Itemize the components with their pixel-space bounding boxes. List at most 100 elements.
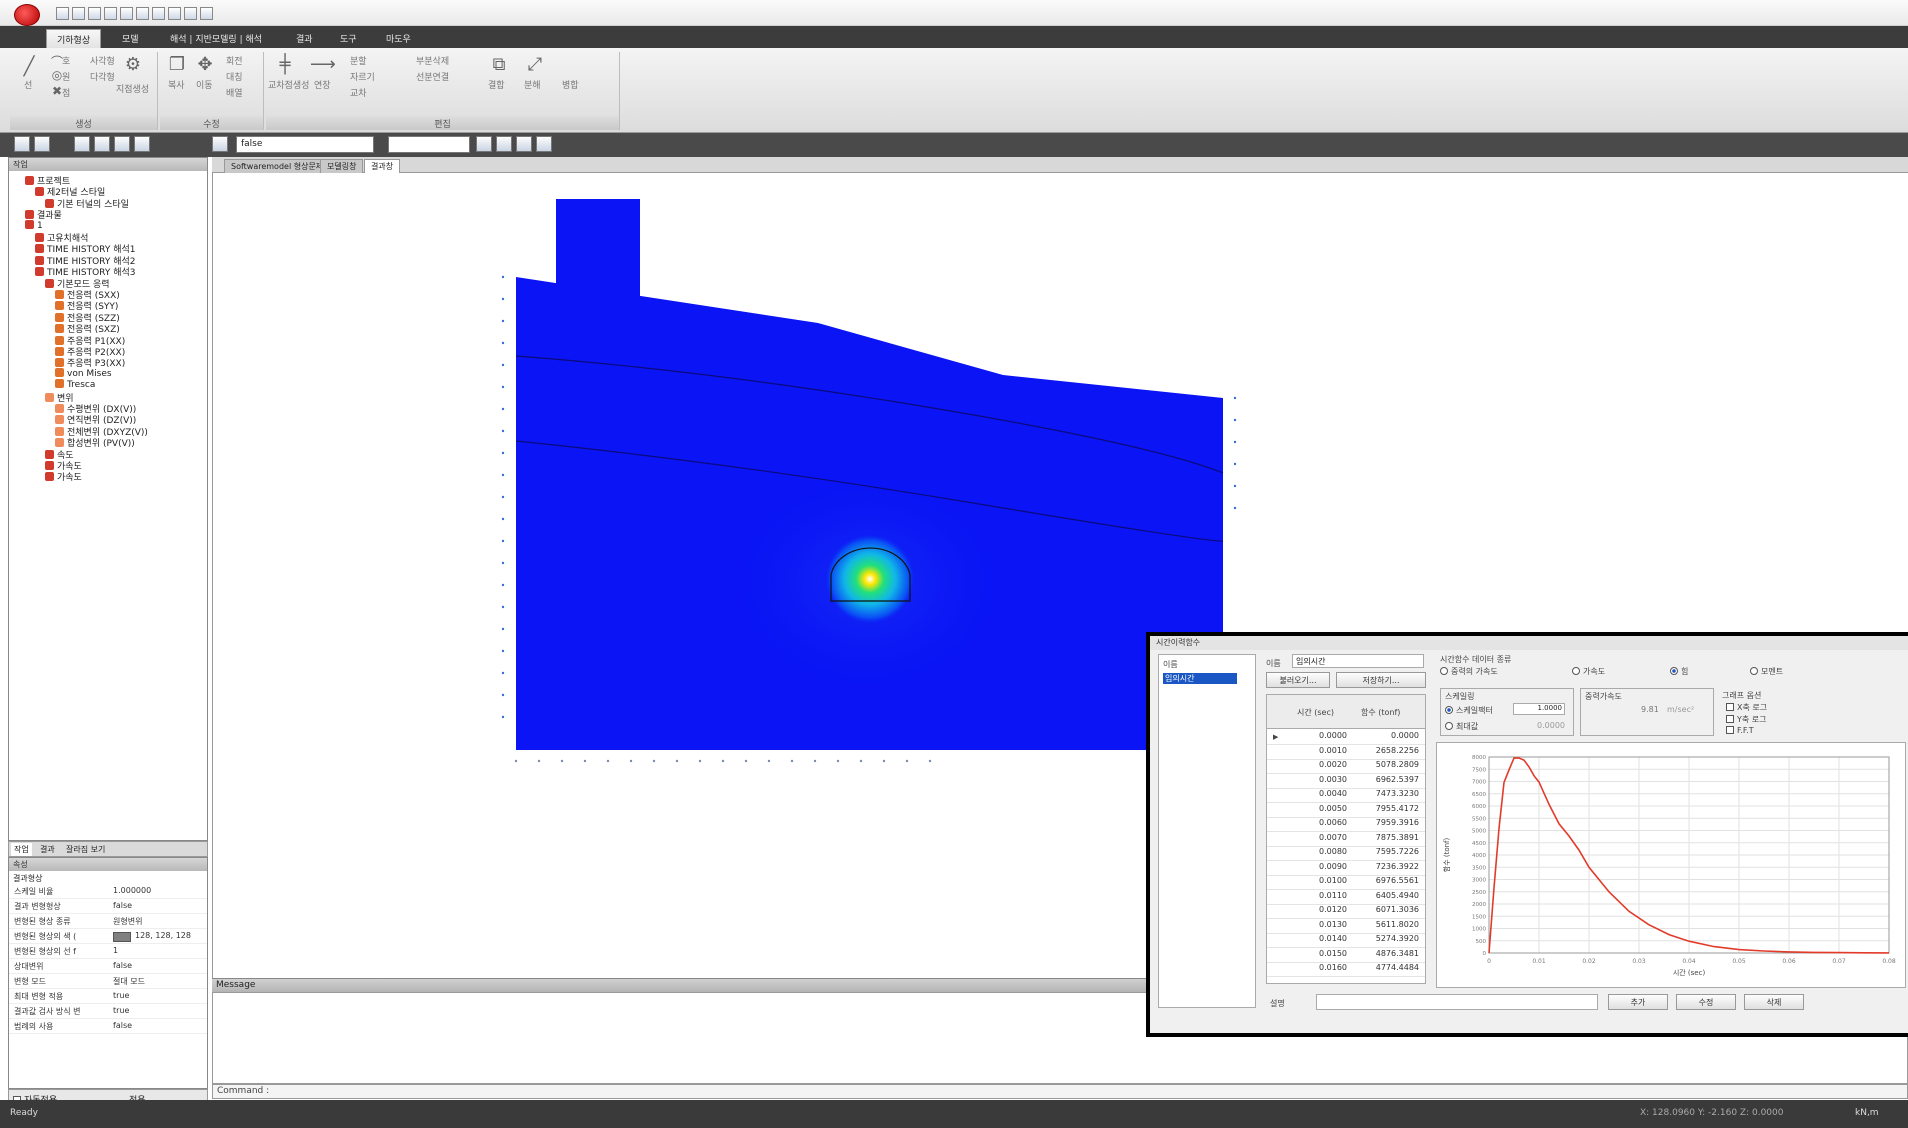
property-value[interactable]: false (113, 961, 132, 970)
property-row[interactable]: 최대 변형 적용 true (9, 991, 207, 1004)
property-value[interactable]: false (113, 901, 132, 910)
property-value[interactable]: 원형변위 (113, 916, 142, 927)
rotate-button[interactable]: 회전 (226, 54, 243, 67)
time-cell[interactable]: 0.0080 (1291, 847, 1347, 856)
function-cell[interactable]: 7875.3891 (1357, 833, 1419, 842)
select-icon[interactable] (74, 136, 90, 152)
property-value[interactable]: false (113, 1021, 132, 1030)
tree-item[interactable]: von Mises (55, 367, 112, 379)
function-cell[interactable]: 4774.4484 (1357, 963, 1419, 972)
fft-checkbox[interactable]: F.F.T (1726, 726, 1754, 735)
function-cell[interactable]: 7473.3230 (1357, 789, 1419, 798)
ribbon-tab-5[interactable]: 마도우 (376, 29, 421, 48)
save-icon[interactable] (88, 7, 101, 20)
time-cell[interactable]: 0.0050 (1291, 804, 1347, 813)
time-cell[interactable]: 0.0040 (1291, 789, 1347, 798)
join-segments-button[interactable]: 선분연결 (416, 70, 449, 83)
x-log-checkbox[interactable]: X축 로그 (1726, 702, 1767, 713)
ribbon-tab-4[interactable]: 도구 (330, 29, 367, 48)
color-swatch[interactable] (113, 932, 131, 942)
trim-button[interactable]: 자르기 (350, 70, 375, 83)
redo-icon[interactable] (184, 7, 197, 20)
time-cell[interactable]: 0.0060 (1291, 818, 1347, 827)
explode-button[interactable]: 분해 (524, 78, 541, 91)
data-type-radio-1[interactable]: 가속도 (1572, 666, 1605, 677)
time-cell[interactable]: 0.0090 (1291, 862, 1347, 871)
intersection-point-button[interactable]: 교차점생성 (268, 78, 309, 91)
extend-button[interactable]: 연장 (314, 78, 331, 91)
property-row[interactable]: 변형 모드 절대 모드 (9, 976, 207, 989)
move-button[interactable]: 이동 (196, 78, 213, 91)
unit-indicator[interactable]: kN,m (1855, 1108, 1879, 1118)
function-cell[interactable]: 0.0000 (1357, 731, 1419, 740)
open-folder-icon[interactable] (72, 7, 85, 20)
function-cell[interactable]: 5078.2809 (1357, 760, 1419, 769)
copy-button[interactable]: 복사 (168, 78, 185, 91)
data-type-radio-3[interactable]: 모멘트 (1750, 666, 1783, 677)
function-list-item[interactable]: 임의시간 (1163, 673, 1237, 684)
property-row[interactable]: 결과 변형형상 false (9, 901, 207, 914)
support-icon[interactable]: ⚙ (122, 54, 144, 76)
max-value-radio[interactable]: 최대값 (1445, 721, 1478, 732)
function-cell[interactable]: 6962.5397 (1357, 775, 1419, 784)
y-log-checkbox[interactable]: Y축 로그 (1726, 714, 1767, 725)
app-logo-icon[interactable] (14, 4, 40, 26)
data-type-radio-2[interactable]: 힘 (1670, 666, 1688, 677)
time-cell[interactable]: 0.0160 (1291, 963, 1347, 972)
function-cell[interactable]: 7236.3922 (1357, 862, 1419, 871)
merge-button[interactable]: 병합 (562, 78, 579, 91)
copy-icon[interactable]: ❐ (166, 54, 188, 76)
function-cell[interactable]: 5274.3920 (1357, 934, 1419, 943)
property-row[interactable]: 스케일 비율 1.000000 (9, 886, 207, 899)
property-row[interactable]: 변형된 형상 종류 원형변위 (9, 916, 207, 929)
split-button[interactable]: 분할 (350, 54, 367, 67)
scale-factor-input[interactable]: 1.0000 (1513, 703, 1565, 715)
function-list[interactable]: 이름 임의시간 (1158, 654, 1256, 1008)
property-value[interactable]: true (113, 1006, 129, 1015)
time-cell[interactable]: 0.0150 (1291, 949, 1347, 958)
function-cell[interactable]: 6976.5561 (1357, 876, 1419, 885)
function-cell[interactable]: 5611.8020 (1357, 920, 1419, 929)
property-row[interactable]: 변형된 형상의 색 (128, 128, 128 (9, 931, 207, 944)
time-cell[interactable]: 0.0130 (1291, 920, 1347, 929)
time-cell[interactable]: 0.0070 (1291, 833, 1347, 842)
new-file-icon[interactable] (56, 7, 69, 20)
save-button[interactable]: 저장하기... (1336, 672, 1426, 688)
fit-view-icon[interactable] (134, 136, 150, 152)
save-as-icon[interactable] (104, 7, 117, 20)
explode-icon[interactable]: ⤢ (524, 54, 546, 76)
merge-icon[interactable]: ⧉ (488, 54, 510, 76)
time-function-table[interactable]: 시간 (sec) 함수 (tonf) ▶ 0.0000 0.0000 0.0010 2… (1266, 694, 1426, 984)
mirror-button[interactable]: 대칭 (226, 70, 243, 83)
property-value[interactable]: true (113, 991, 129, 1000)
tab-result[interactable]: 결과 (37, 843, 58, 856)
command-line[interactable]: Command : (212, 1084, 1908, 1099)
intersect-button[interactable]: 교차 (350, 86, 367, 99)
ribbon-tab-2[interactable]: 해석 | 지반모델링 | 해석 (160, 29, 272, 48)
property-value[interactable]: 128, 128, 128 (135, 931, 191, 940)
gravity-input[interactable]: 9.81 (1641, 705, 1659, 714)
render-icon[interactable] (516, 136, 532, 152)
partial-delete-button[interactable]: 부분삭제 (416, 54, 449, 67)
function-cell[interactable]: 2658.2256 (1357, 746, 1419, 755)
tab-cut-view[interactable]: 잘라짐 보기 (63, 843, 108, 856)
export-icon[interactable] (136, 7, 149, 20)
array-button[interactable]: 배열 (226, 86, 243, 99)
add-button[interactable]: 추가 (1608, 994, 1668, 1010)
data-type-radio-0[interactable]: 중력의 가속도 (1440, 666, 1498, 677)
support-create-button[interactable]: 지점생성 (116, 82, 149, 95)
tab-model-problem[interactable]: Softwaremodel 형상문제 (224, 159, 331, 173)
time-cell[interactable]: 0.0110 (1291, 891, 1347, 900)
tab-work[interactable]: 작업 (11, 843, 32, 856)
ribbon-tab-0[interactable]: 기하형상 (46, 29, 102, 48)
snap-icon[interactable] (476, 136, 492, 152)
time-cell[interactable]: 0.0120 (1291, 905, 1347, 914)
tab-modeling-window[interactable]: 모델링창 (320, 159, 364, 173)
ribbon-tab-3[interactable]: 결과 (286, 29, 323, 48)
time-cell[interactable]: 0.0020 (1291, 760, 1347, 769)
function-cell[interactable]: 7959.3916 (1357, 818, 1419, 827)
zoom-icon[interactable] (94, 136, 110, 152)
tree-item[interactable]: Tresca (55, 379, 95, 390)
delete-button[interactable]: 삭제 (1744, 994, 1804, 1010)
tab-result-window[interactable]: 결과창 (364, 159, 401, 173)
